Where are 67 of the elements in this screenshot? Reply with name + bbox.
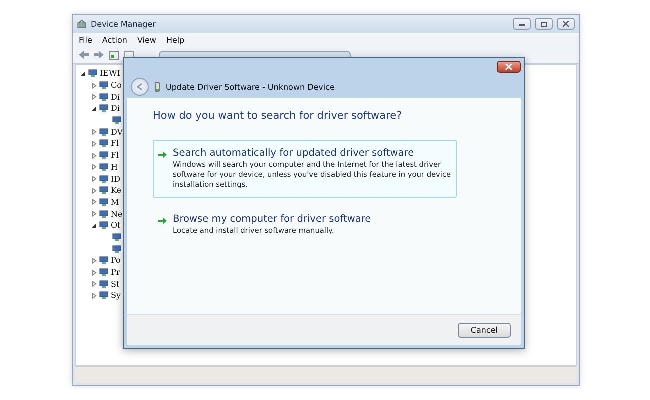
device-icon bbox=[99, 92, 109, 102]
back-icon[interactable] bbox=[79, 51, 89, 59]
maximize-button[interactable] bbox=[535, 18, 553, 30]
expanded-arrow-icon[interactable] bbox=[91, 222, 97, 229]
tree-item-label[interactable]: M bbox=[111, 198, 120, 207]
device-icon bbox=[99, 81, 109, 90]
tree-item-label[interactable]: Pr bbox=[111, 268, 120, 278]
arrow-icon bbox=[158, 217, 167, 225]
tree-item-label[interactable]: Sy bbox=[111, 291, 121, 300]
forward-icon[interactable] bbox=[94, 51, 104, 59]
tree-item-label[interactable]: Di bbox=[111, 92, 120, 102]
tree-item-label[interactable]: Fl bbox=[111, 139, 120, 148]
tree-item-label[interactable]: Fl bbox=[111, 151, 120, 160]
device-icon bbox=[99, 174, 109, 184]
device-icon bbox=[99, 210, 109, 219]
window-title: Device Manager bbox=[91, 20, 157, 28]
tree-item-label[interactable]: H bbox=[111, 162, 118, 172]
device-icon bbox=[99, 139, 109, 148]
arrow-icon bbox=[158, 151, 167, 159]
tree-item-label[interactable]: Ke bbox=[111, 186, 122, 196]
device-icon bbox=[112, 232, 122, 242]
device-icon bbox=[112, 244, 122, 254]
properties-icon[interactable] bbox=[109, 50, 119, 60]
close-button[interactable] bbox=[497, 61, 521, 73]
device-icon bbox=[99, 162, 109, 172]
device-icon bbox=[99, 280, 109, 289]
device-icon bbox=[99, 104, 109, 114]
device-icon bbox=[99, 291, 109, 300]
menu-item[interactable]: Help bbox=[166, 36, 185, 44]
device-icon bbox=[99, 128, 109, 137]
menu-item[interactable]: File bbox=[79, 36, 92, 44]
cancel-button[interactable]: Cancel bbox=[458, 322, 511, 338]
menu-item[interactable]: View bbox=[137, 36, 156, 44]
close-button[interactable] bbox=[557, 18, 575, 30]
search-option[interactable] bbox=[153, 140, 457, 198]
dialog-title: Update Driver Software - Unknown Device bbox=[166, 82, 335, 92]
tree-item-label[interactable]: IEWI bbox=[100, 69, 120, 78]
maximize-icon bbox=[541, 22, 547, 26]
tree-item-label[interactable]: Po bbox=[111, 256, 121, 266]
option-title: Browse my computer for driver software bbox=[173, 214, 372, 225]
tree-item-label[interactable]: Co bbox=[111, 81, 122, 90]
device-icon bbox=[99, 256, 109, 266]
device-icon bbox=[99, 151, 109, 160]
tree-item-label[interactable]: ID bbox=[111, 174, 121, 184]
close-icon bbox=[563, 21, 569, 27]
minimize-button[interactable] bbox=[513, 18, 531, 30]
device-icon bbox=[88, 69, 98, 78]
tree-item-label[interactable]: Ne bbox=[111, 210, 123, 219]
device-icon bbox=[155, 82, 160, 92]
tree-item-label[interactable]: DV bbox=[111, 128, 124, 137]
option-title: Search automatically for updated driver software bbox=[173, 148, 416, 159]
expanded-arrow-icon[interactable] bbox=[91, 106, 97, 112]
tree-item-label[interactable]: Di bbox=[111, 104, 120, 114]
back-button[interactable] bbox=[131, 78, 149, 96]
tree-item-label[interactable]: St bbox=[111, 280, 120, 289]
expanded-arrow-icon[interactable] bbox=[80, 70, 86, 77]
minimize-icon bbox=[519, 22, 525, 26]
tree-item-label[interactable]: Ot bbox=[111, 221, 121, 230]
menu-item[interactable]: Action bbox=[102, 36, 128, 44]
device-icon bbox=[99, 221, 109, 230]
app-icon bbox=[77, 20, 87, 28]
close-icon bbox=[505, 64, 513, 70]
device-icon bbox=[99, 268, 109, 278]
device-icon bbox=[99, 186, 109, 196]
device-icon bbox=[112, 116, 122, 126]
device-icon bbox=[99, 198, 109, 207]
dialog-heading: How do you want to search for driver software? bbox=[153, 110, 404, 122]
